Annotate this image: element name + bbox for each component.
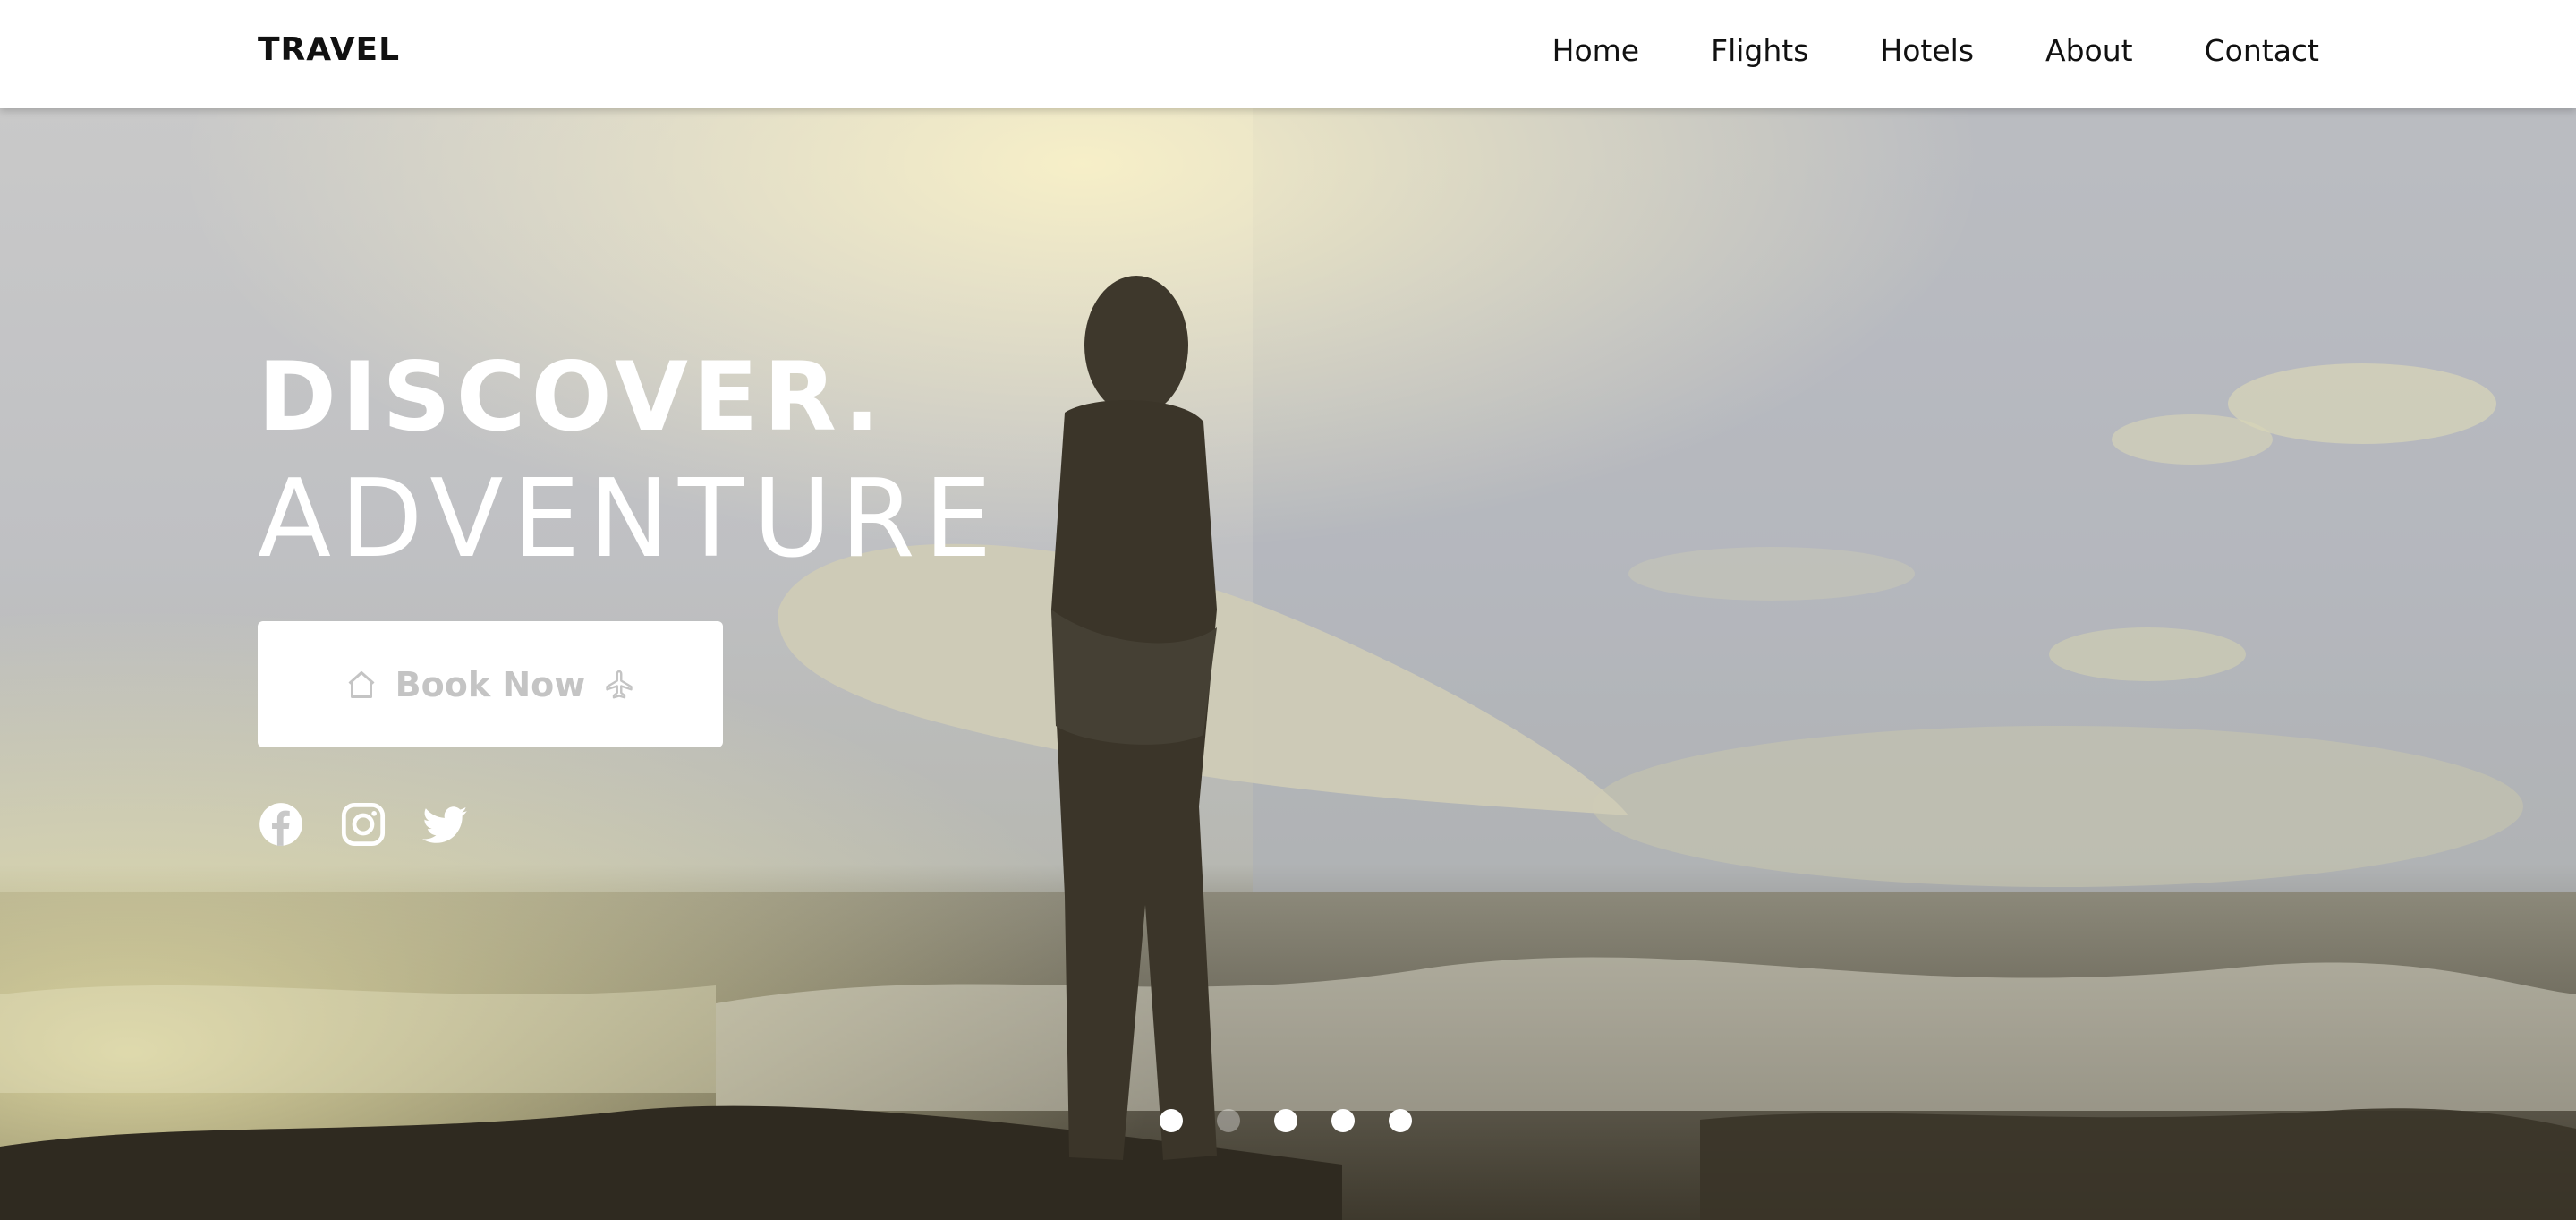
logo[interactable]: TRAVEL bbox=[258, 0, 400, 100]
hero-section: DISCOVER. ADVENTURE Book Now bbox=[0, 108, 2576, 1220]
slider-dot-2[interactable] bbox=[1217, 1109, 1240, 1132]
nav-link-hotels[interactable]: Hotels bbox=[1880, 33, 1974, 68]
navbar: TRAVEL Home Flights Hotels About Contact bbox=[0, 0, 2576, 108]
instagram-icon[interactable] bbox=[340, 801, 387, 848]
airplane-icon bbox=[606, 670, 633, 698]
hero-title-adventure: ADVENTURE bbox=[258, 457, 1001, 582]
book-now-label: Book Now bbox=[395, 664, 586, 704]
nav-link-contact[interactable]: Contact bbox=[2205, 33, 2319, 68]
nav-link-flights[interactable]: Flights bbox=[1711, 33, 1808, 68]
social-links bbox=[258, 801, 469, 848]
slider-dot-1[interactable] bbox=[1160, 1109, 1183, 1132]
slider-dot-3[interactable] bbox=[1274, 1109, 1297, 1132]
home-icon bbox=[348, 670, 375, 698]
nav-link-home[interactable]: Home bbox=[1552, 33, 1639, 68]
book-now-button[interactable]: Book Now bbox=[258, 621, 723, 747]
slider-pagination bbox=[1160, 1109, 1412, 1132]
slider-dot-5[interactable] bbox=[1389, 1109, 1412, 1132]
nav-menu: Home Flights Hotels About Contact bbox=[1481, 0, 2319, 100]
facebook-icon[interactable] bbox=[258, 801, 304, 848]
twitter-icon[interactable] bbox=[422, 801, 469, 848]
hero-content: DISCOVER. ADVENTURE Book Now bbox=[258, 108, 1510, 1220]
hero-title-discover: DISCOVER. bbox=[258, 342, 886, 452]
slider-dot-4[interactable] bbox=[1331, 1109, 1355, 1132]
nav-link-about[interactable]: About bbox=[2045, 33, 2133, 68]
